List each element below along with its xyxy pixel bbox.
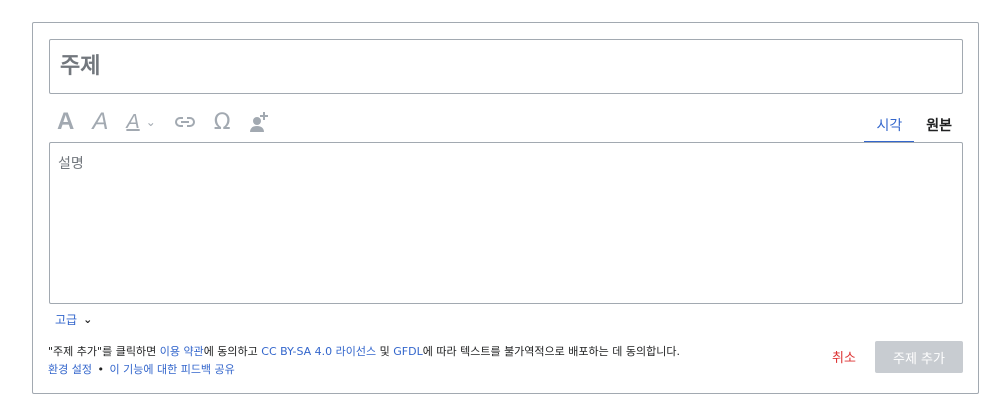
reply-form: 주제 A A A ⌄ Ω 시각 원본 설명 고급 ⌄ "주제 추가"를 클릭하면… <box>32 22 979 394</box>
add-topic-button[interactable]: 주제 추가 <box>875 341 963 373</box>
text-style-icon: A <box>126 110 140 133</box>
link-icon[interactable] <box>174 107 196 137</box>
gfdl-link[interactable]: GFDL <box>393 345 422 358</box>
editor-mode-tabs: 시각 원본 <box>864 111 964 143</box>
text-style-dropdown[interactable]: A ⌄ <box>126 107 155 137</box>
license-link[interactable]: CC BY-SA 4.0 라이선스 <box>261 345 376 358</box>
legal-text: "주제 추가"를 클릭하면 <box>48 345 160 358</box>
preferences-link[interactable]: 환경 설정 <box>48 363 92 376</box>
mention-user-icon[interactable] <box>249 107 269 137</box>
description-textarea[interactable]: 설명 <box>49 142 963 304</box>
italic-icon[interactable]: A <box>92 107 108 137</box>
license-line: "주제 추가"를 클릭하면 이용 약관에 동의하고 CC BY-SA 4.0 라… <box>48 343 808 361</box>
advanced-toggle[interactable]: 고급 ⌄ <box>55 311 92 328</box>
bold-icon[interactable]: A <box>57 107 74 137</box>
omega-icon[interactable]: Ω <box>214 107 231 137</box>
legal-text: 및 <box>376 345 394 358</box>
chevron-down-icon: ⌄ <box>83 313 93 326</box>
subject-input[interactable]: 주제 <box>49 39 963 94</box>
terms-link[interactable]: 이용 약관 <box>160 345 204 358</box>
footer-links: 환경 설정 • 이 기능에 대한 피드백 공유 <box>48 361 808 379</box>
description-placeholder: 설명 <box>58 156 84 172</box>
legal-notice: "주제 추가"를 클릭하면 이용 약관에 동의하고 CC BY-SA 4.0 라… <box>48 343 808 379</box>
legal-text: 에 따라 텍스트를 불가역적으로 배포하는 데 동의합니다. <box>422 345 680 358</box>
legal-text: 에 동의하고 <box>203 345 262 358</box>
tab-source[interactable]: 원본 <box>914 111 964 143</box>
advanced-label: 고급 <box>55 313 78 327</box>
feedback-link[interactable]: 이 기능에 대한 피드백 공유 <box>109 363 234 376</box>
tab-visual[interactable]: 시각 <box>864 111 915 143</box>
editor-toolbar: A A A ⌄ Ω <box>57 107 287 137</box>
separator: • <box>97 363 104 376</box>
chevron-down-icon: ⌄ <box>145 115 156 129</box>
cancel-button[interactable]: 취소 <box>832 347 856 366</box>
